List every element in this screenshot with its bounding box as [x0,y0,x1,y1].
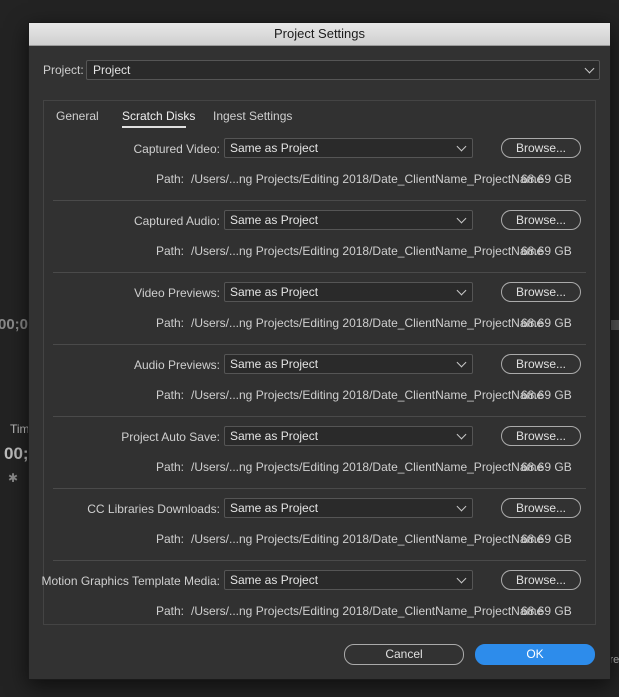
captured-audio-browse-button[interactable]: Browse... [501,210,581,230]
video-previews-dropdown[interactable]: Same as Project [224,282,473,302]
section-label: Captured Video: [133,142,220,156]
video-previews-browse-button[interactable]: Browse... [501,282,581,302]
path-value: /Users/...ng Projects/Editing 2018/Date_… [191,604,544,618]
scratch-section-motion-graphics-template-media: Motion Graphics Template Media: Same as … [41,561,595,633]
disk-size: 68.69 GB [521,460,572,474]
cc-libraries-downloads-browse-button[interactable]: Browse... [501,498,581,518]
path-value: /Users/...ng Projects/Editing 2018/Date_… [191,172,544,186]
tab-general[interactable]: General [56,109,99,123]
dropdown-value: Same as Project [230,429,319,443]
tab-ingest-settings[interactable]: Ingest Settings [213,109,292,123]
chevron-down-icon [456,213,467,224]
path-value: /Users/...ng Projects/Editing 2018/Date_… [191,244,544,258]
section-label: Captured Audio: [133,214,220,228]
ok-button[interactable]: OK [475,644,595,665]
project-auto-save-browse-button[interactable]: Browse... [501,426,581,446]
chevron-down-icon [456,501,467,512]
bg-timecode-fragment: 00;0 [0,316,29,333]
project-label: Project: [43,63,84,77]
path-value: /Users/...ng Projects/Editing 2018/Date_… [191,316,544,330]
motion-graphics-template-media-browse-button[interactable]: Browse... [501,570,581,590]
chevron-down-icon [456,573,467,584]
chevron-down-icon [584,63,595,74]
bg-scroll-handle [611,320,619,330]
section-label: CC Libraries Downloads: [87,502,220,516]
disk-size: 68.69 GB [521,244,572,258]
captured-video-browse-button[interactable]: Browse... [501,138,581,158]
path-label: Path: [156,604,185,618]
disk-size: 68.69 GB [521,604,572,618]
chevron-down-icon [456,285,467,296]
scratch-section-project-auto-save: Project Auto Save: Same as Project Brows… [44,417,595,489]
path-label: Path: [156,388,185,402]
section-label: Audio Previews: [133,358,220,372]
dropdown-value: Same as Project [230,573,319,587]
path-value: /Users/...ng Projects/Editing 2018/Date_… [191,388,544,402]
active-tab-indicator [122,126,186,128]
scratch-section-video-previews: Video Previews: Same as Project Browse..… [44,273,595,345]
section-label: Motion Graphics Template Media: [41,574,220,588]
disk-size: 68.69 GB [521,172,572,186]
tab-scratch-disks[interactable]: Scratch Disks [122,109,195,123]
bg-snap-icon: ✱ [8,471,19,485]
section-label: Project Auto Save: [121,430,220,444]
section-label: Video Previews: [134,286,220,300]
captured-audio-dropdown[interactable]: Same as Project [224,210,473,230]
path-label: Path: [156,460,185,474]
dropdown-value: Same as Project [230,213,319,227]
scratch-section-audio-previews: Audio Previews: Same as Project Browse..… [44,345,595,417]
cc-libraries-downloads-dropdown[interactable]: Same as Project [224,498,473,518]
cancel-button[interactable]: Cancel [344,644,464,665]
path-label: Path: [156,172,185,186]
dropdown-value: Same as Project [230,501,319,515]
project-dropdown-value: Project [93,63,131,77]
settings-panel: General Scratch Disks Ingest Settings Ca… [41,100,596,625]
scratch-section-captured-video: Captured Video: Same as Project Browse..… [44,129,595,201]
audio-previews-browse-button[interactable]: Browse... [501,354,581,374]
path-label: Path: [156,244,185,258]
dropdown-value: Same as Project [230,357,319,371]
project-auto-save-dropdown[interactable]: Same as Project [224,426,473,446]
disk-size: 68.69 GB [521,316,572,330]
dialog-title: Project Settings [29,23,610,46]
project-dropdown[interactable]: Project [86,60,600,80]
motion-graphics-template-media-dropdown[interactable]: Same as Project [224,570,473,590]
project-row: Project: Project [43,60,600,80]
dropdown-value: Same as Project [230,285,319,299]
chevron-down-icon [456,141,467,152]
chevron-down-icon [456,429,467,440]
path-value: /Users/...ng Projects/Editing 2018/Date_… [191,532,544,546]
dropdown-value: Same as Project [230,141,319,155]
captured-video-dropdown[interactable]: Same as Project [224,138,473,158]
bg-timeline-label-fragment: Tim [10,422,30,436]
disk-size: 68.69 GB [521,532,572,546]
chevron-down-icon [456,357,467,368]
path-label: Path: [156,316,185,330]
path-label: Path: [156,532,185,546]
scratch-section-captured-audio: Captured Audio: Same as Project Browse..… [44,201,595,273]
bg-timecode-fragment-2: 00; [4,444,29,463]
disk-size: 68.69 GB [521,388,572,402]
scratch-section-cc-libraries-downloads: CC Libraries Downloads: Same as Project … [44,489,595,561]
path-value: /Users/...ng Projects/Editing 2018/Date_… [191,460,544,474]
project-settings-dialog: Project Settings Project: Project Genera… [28,22,611,680]
audio-previews-dropdown[interactable]: Same as Project [224,354,473,374]
